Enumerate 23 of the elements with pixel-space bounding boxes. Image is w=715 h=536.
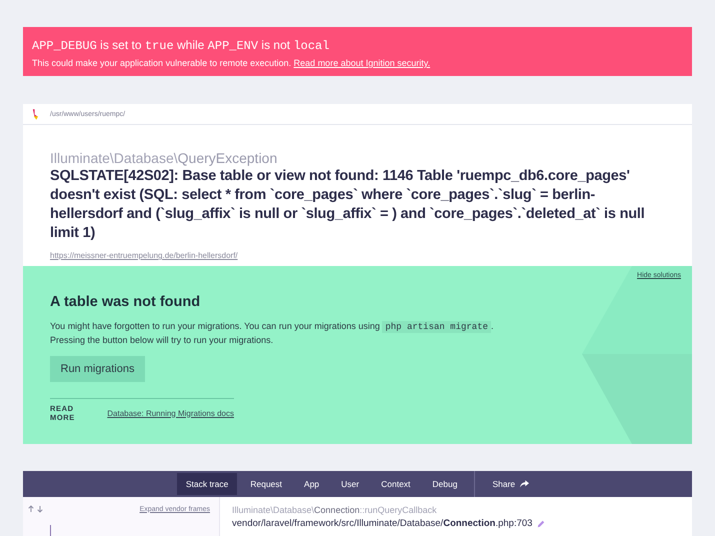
warning-message: This could make your application vulnerable to remote execution.	[32, 58, 292, 68]
warning-title: APP_DEBUG is set to true while APP_ENV is not local	[32, 37, 330, 54]
solution-title: A table was not found	[50, 294, 202, 310]
tab[interactable]: Request	[241, 473, 292, 495]
flame-logo-icon	[32, 108, 39, 120]
tab[interactable]: Context	[372, 473, 420, 495]
tab[interactable]: Debug	[423, 473, 466, 495]
exception-message: SQLSTATE[42S02]: Base table or view not found: 1146 Table 'ruempc_db6.core_pages' doesn't exist (SQL: select * from `core_pages` where `core_pages`.`slug` = berlin-hellersdorf and (`slug_affix` is null or `slug_affix` = ) and `core_pages`.`deleted_at` is null limit 1)	[50, 167, 646, 243]
tab[interactable]: Stack trace	[176, 473, 238, 495]
arrow-up-icon[interactable]	[28, 505, 34, 513]
tab[interactable]: User	[332, 473, 368, 495]
pencil-icon[interactable]	[537, 520, 546, 528]
file-path: vendor/laravel/framework/src/Illuminate/Database/Connection.php:703	[232, 518, 532, 529]
arrow-down-icon[interactable]	[37, 505, 43, 513]
solution-description: You might have forgotten to run your migrations. You can run your migrations using php artisan migrate .	[50, 320, 495, 334]
tab[interactable]: App	[295, 473, 328, 495]
docs-link[interactable]: Database: Running Migrations docs	[107, 408, 234, 418]
solution-description: Pressing the button below will try to run your migrations.	[50, 334, 274, 347]
run-migrations-button[interactable]: Run migrations	[50, 356, 145, 382]
frame-class-name: Illuminate\Database\Connection::runQueryCallback	[232, 505, 438, 515]
exception-class: Illuminate\Database\QueryException	[50, 150, 278, 166]
share-arrow-icon	[520, 480, 530, 488]
share-button[interactable]: Share	[483, 473, 538, 495]
